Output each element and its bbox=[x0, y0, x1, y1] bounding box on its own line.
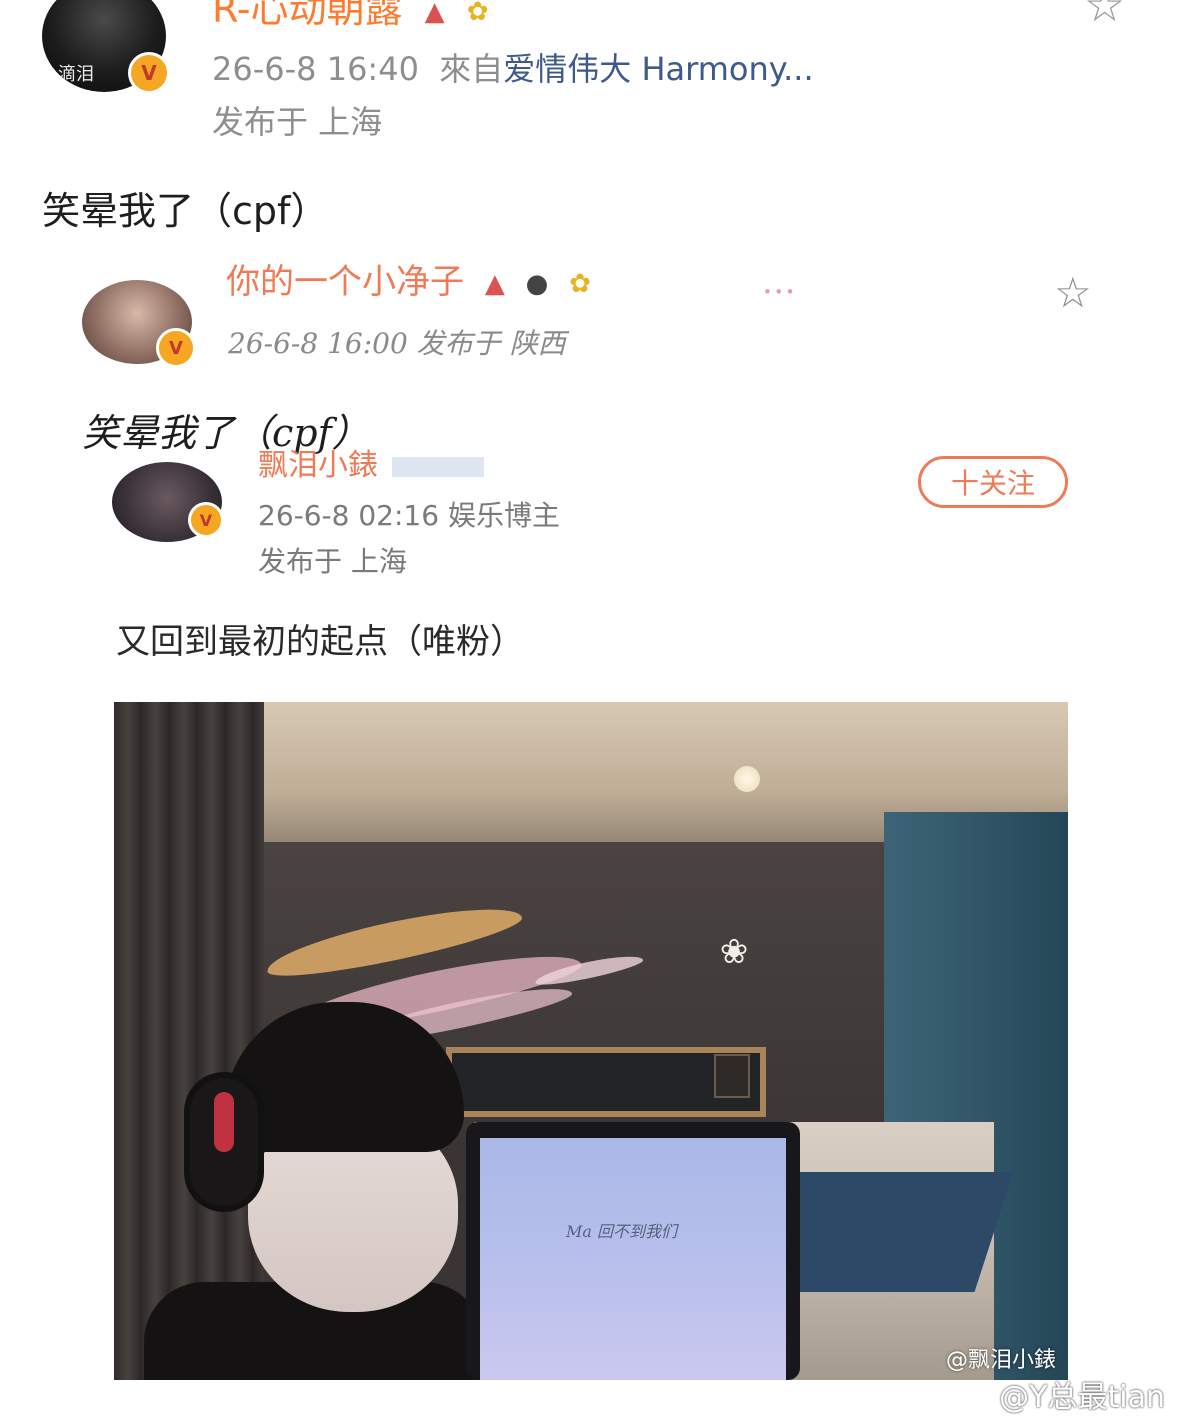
post-text: 笑晕我了（cpf） bbox=[42, 189, 329, 233]
headphone-accent bbox=[214, 1092, 234, 1152]
embedded-2-location: 发布于 上海 bbox=[258, 545, 407, 578]
ceiling-light bbox=[734, 766, 760, 792]
embedded-2-username: 飘泪小錶 bbox=[258, 440, 484, 484]
author-username-text: R-心动朝露 bbox=[212, 0, 403, 31]
author-username[interactable]: R-心动朝露 ▲ ✿ bbox=[212, 0, 489, 33]
sunflower-emoji-icon: ✿ bbox=[569, 269, 591, 299]
verified-badge-icon: V bbox=[128, 52, 170, 94]
page-watermark: @Y总最tian bbox=[999, 1380, 1165, 1415]
red-hat-emoji-icon: ▲ bbox=[424, 0, 445, 27]
post-source-link[interactable]: 爱情伟大 Harmony... bbox=[503, 50, 813, 88]
photo-watermark: @飘泪小錶 bbox=[945, 1348, 1056, 1373]
favorite-star-icon: ☆ bbox=[1054, 268, 1092, 317]
embedded-2-text: 又回到最初的起点（唯粉） bbox=[116, 622, 524, 662]
favorite-star-icon[interactable]: ☆ bbox=[1084, 0, 1125, 28]
embedded-1-username-text: 你的一个小净子 bbox=[226, 262, 464, 302]
embedded-1-username-extra: … bbox=[761, 262, 796, 302]
photo-tablet: Ma 回不到我们 bbox=[466, 1122, 800, 1380]
follow-button: 十关注 bbox=[918, 456, 1068, 508]
embedded-2-username-text: 飘泪小錶 bbox=[258, 448, 378, 483]
post-location: 发布于 上海 bbox=[212, 103, 383, 141]
verified-badge-icon: V bbox=[188, 502, 224, 538]
sunflower-emoji-icon: ✿ bbox=[466, 0, 489, 27]
embedded-1-username: 你的一个小净子 ▲ ● ✿ … bbox=[226, 254, 796, 303]
photo-person bbox=[144, 1002, 484, 1380]
red-hat-emoji-icon: ▲ bbox=[484, 269, 505, 299]
embedded-screenshot-2: 飘泪小錶 V 十关注 26-6-8 02:16 娱乐博主 发布于 上海 又回到最… bbox=[110, 448, 1090, 662]
embedded-2-meta: 26-6-8 02:16 娱乐博主 bbox=[258, 499, 560, 532]
tablet-text: Ma 回不到我们 bbox=[566, 1222, 678, 1241]
post-meta: 26-6-8 16:40 來自爱情伟大 Harmony... bbox=[212, 44, 814, 90]
embedded-screenshot-1: 你的一个小净子 ▲ ● ✿ … V ☆ 26-6-8 16:00 发布于 陕西 … bbox=[78, 262, 1138, 472]
wall-emblem-icon: ❀ bbox=[719, 932, 749, 972]
tablet-screen: Ma 回不到我们 bbox=[480, 1138, 786, 1380]
blurred-tag bbox=[392, 456, 484, 477]
post-source-prefix: 來自 bbox=[439, 50, 504, 88]
avatar-caption: 滴泪 bbox=[58, 64, 94, 85]
verified-badge-icon: V bbox=[156, 328, 196, 368]
embedded-1-meta: 26-6-8 16:00 发布于 陕西 bbox=[228, 327, 566, 360]
post-photo[interactable]: ❀ Ma 回不到我们 @飘泪小錶 bbox=[114, 702, 1068, 1380]
photo-switch-plate bbox=[714, 1054, 750, 1098]
post-timestamp: 26-6-8 16:40 bbox=[212, 50, 419, 88]
panda-emoji-icon: ● bbox=[525, 269, 549, 299]
